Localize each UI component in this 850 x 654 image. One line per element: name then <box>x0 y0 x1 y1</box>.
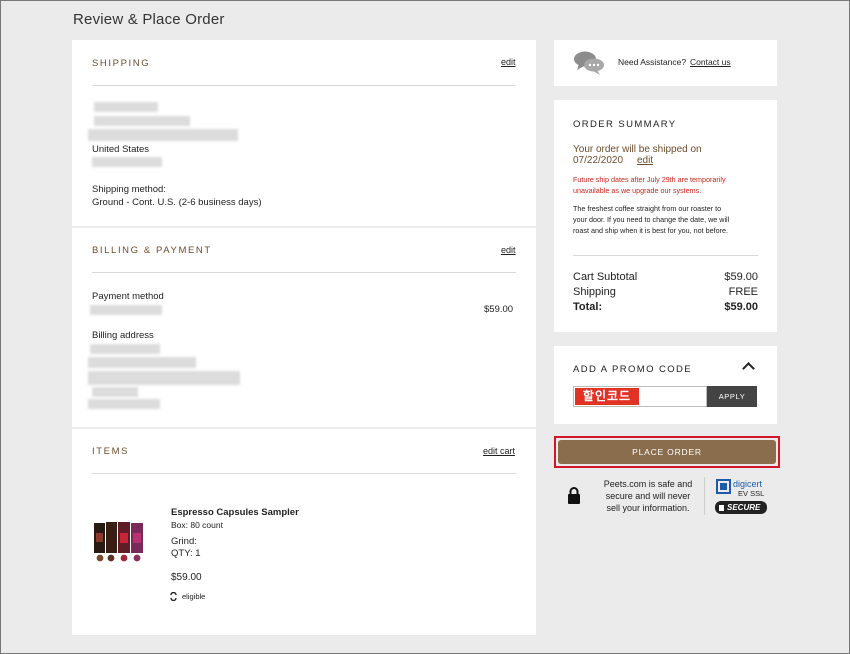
edit-shipping-link[interactable]: edit <box>501 57 516 67</box>
divider-line <box>92 272 516 273</box>
lock-icon <box>568 487 580 504</box>
billing-heading: BILLING & PAYMENT <box>92 245 212 256</box>
assistance-text: Need Assistance? <box>618 57 687 67</box>
digicert-brand: digicert <box>733 479 763 489</box>
cart-subtotal-value: $59.00 <box>724 271 758 283</box>
redacted-name <box>94 102 158 112</box>
product-price: $59.00 <box>171 572 202 583</box>
redacted-address-line <box>88 371 240 385</box>
payment-method-label: Payment method <box>92 291 164 302</box>
promo-panel: ADD A PROMO CODE 할인코드 APPLY <box>554 346 777 424</box>
redacted-address-line <box>92 387 138 397</box>
contact-us-link[interactable]: Contact us <box>690 57 731 67</box>
ship-date-text: Your order will be shipped on <box>573 144 702 155</box>
separator <box>704 477 705 515</box>
product-name[interactable]: Espresso Capsules Sampler <box>171 507 299 518</box>
digicert-ev-ssl: EV SSL <box>738 489 765 498</box>
redacted-payment <box>90 305 162 315</box>
place-order-button[interactable]: PLACE ORDER <box>558 440 776 464</box>
shipping-value: FREE <box>728 286 758 298</box>
section-divider <box>72 226 536 228</box>
redacted-address-line <box>88 399 160 409</box>
section-divider <box>72 427 536 429</box>
order-summary-heading: ORDER SUMMARY <box>573 119 677 130</box>
ship-date-value: 07/22/2020 <box>573 155 624 166</box>
divider-line <box>573 255 758 256</box>
product-grind: Grind: <box>171 536 197 547</box>
description-line: roast and ship when it is best for you, … <box>573 226 729 235</box>
edit-ship-date-link[interactable]: edit <box>637 155 653 166</box>
divider-line <box>92 85 516 86</box>
subscription-icon <box>170 592 177 601</box>
payment-amount: $59.00 <box>484 304 514 315</box>
product-box: Box: 80 count <box>171 520 223 530</box>
place-order-highlight: PLACE ORDER <box>554 436 780 468</box>
cart-subtotal-label: Cart Subtotal <box>573 271 638 283</box>
redacted-phone <box>92 157 162 167</box>
assistance-panel: Need Assistance? Contact us <box>554 40 777 86</box>
redacted-address-line <box>94 116 190 126</box>
shipping-label: Shipping <box>573 286 616 298</box>
digicert-badge[interactable]: digicert EV SSL SECURE <box>714 477 769 515</box>
shipping-method-value: Ground - Cont. U.S. (2-6 business days) <box>92 197 262 208</box>
billing-address-label: Billing address <box>92 330 154 341</box>
security-line: sell your information. <box>606 503 690 513</box>
promo-code-value: 할인코드 <box>575 388 639 405</box>
edit-billing-link[interactable]: edit <box>501 245 516 255</box>
promo-code-input[interactable]: 할인코드 <box>573 386 707 407</box>
shipping-method-label: Shipping method: <box>92 184 166 195</box>
checkout-details-panel: SHIPPING edit United States Shipping met… <box>72 40 536 635</box>
chevron-up-icon[interactable] <box>742 362 755 375</box>
total-value: $59.00 <box>724 301 758 313</box>
divider-line <box>92 473 516 474</box>
security-message: Peets.com is safe and secure and will ne… <box>596 478 700 514</box>
redacted-address-line <box>88 357 196 368</box>
page-title: Review & Place Order <box>73 11 225 28</box>
shipping-heading: SHIPPING <box>92 58 151 69</box>
product-qty: QTY: 1 <box>171 548 201 559</box>
promo-heading: ADD A PROMO CODE <box>573 364 693 375</box>
product-image <box>92 519 148 565</box>
order-summary-panel: ORDER SUMMARY Your order will be shipped… <box>554 100 777 332</box>
redacted-address-line <box>90 344 160 354</box>
product-eligible: eligible <box>182 592 206 601</box>
security-line: Peets.com is safe and <box>603 479 693 489</box>
digicert-secure: SECURE <box>727 503 761 512</box>
notice-line: unavailable as we upgrade our systems. <box>573 186 702 195</box>
edit-cart-link[interactable]: edit cart <box>483 446 515 456</box>
chat-bubbles-icon <box>574 51 604 75</box>
apply-button[interactable]: APPLY <box>707 386 757 407</box>
items-heading: ITEMS <box>92 446 130 457</box>
redacted-address-line <box>88 129 238 141</box>
total-label: Total: <box>573 301 603 313</box>
security-line: secure and will never <box>605 491 691 501</box>
shipping-country: United States <box>92 144 150 155</box>
